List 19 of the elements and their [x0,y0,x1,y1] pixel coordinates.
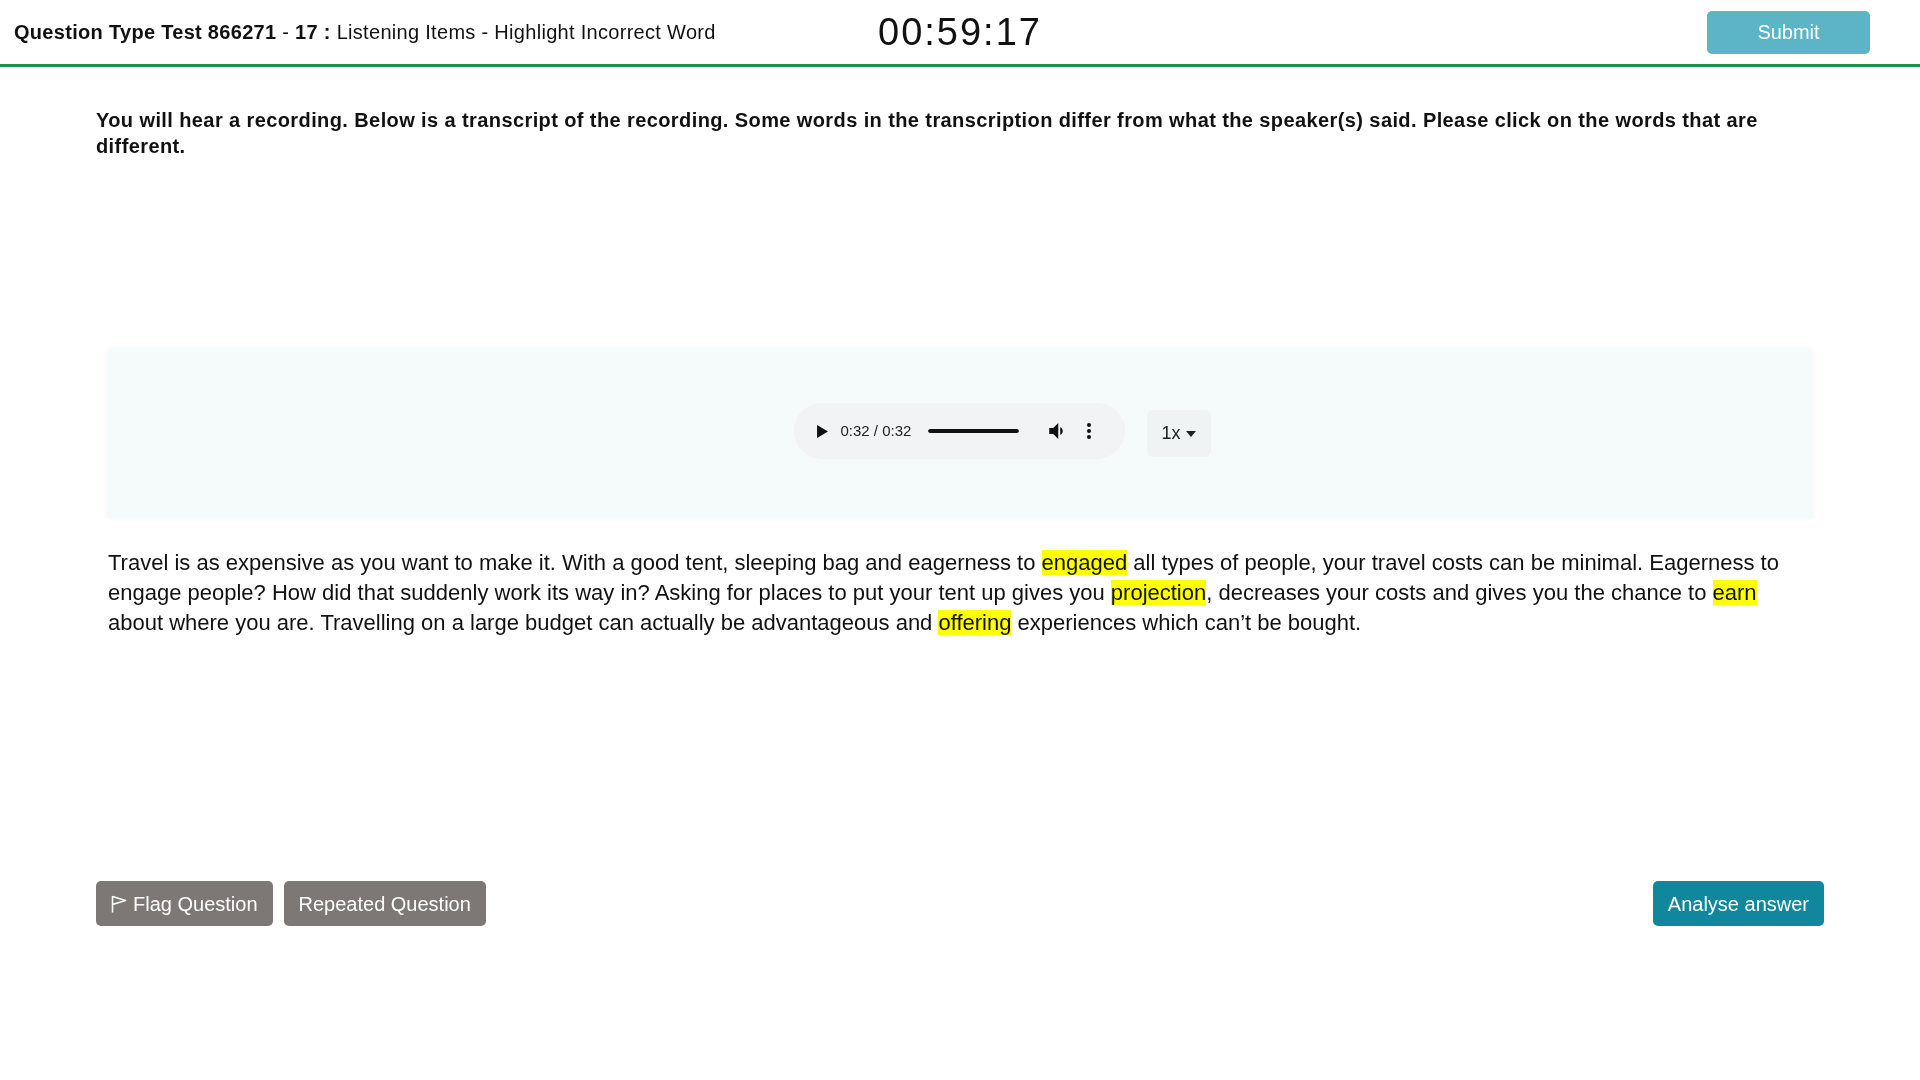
volume-icon[interactable] [1049,423,1064,439]
vertical-dots-icon[interactable] [1087,423,1092,439]
progress-bar[interactable] [928,429,1020,433]
highlighted-word[interactable]: engaged [1041,550,1128,575]
transcript-paragraph: Travel is as expensive as you want to make it. With a good tent, sleeping bag and eagerness to engaged all types of people, your travel costs can be minimal. Eagerness to engage people? How did that suddenly work its way in? Asking for places to put your tent up gives you projection, decreases your costs and gives you the chance to earn about where you are. Travelling on a large budget can actually be advantageous and offering experiences which can’t be bought. [108,549,1780,637]
analyse-answer-button[interactable]: Analyse answer [1652,881,1824,926]
audio-time: 0:32 / 0:32 [840,420,912,441]
playback-speed-dropdown[interactable]: 1x [1146,410,1211,457]
repeated-question-button[interactable]: Repeated Question [283,881,486,926]
flag-question-button[interactable]: Flag Question [96,881,273,926]
flag-icon [111,894,127,913]
caret-icon [1185,430,1196,437]
highlighted-word[interactable]: offering [938,610,1012,635]
highlighted-word[interactable]: earn [1712,580,1757,605]
instruction-text: You will hear a recording. Below is a transcript of the recording. Some words in the transcription differ from what the speaker(s) said. Please click on the words that are different. [96,108,1759,159]
countdown-timer: 00:59:17 [878,10,1042,55]
page-title: Question Type Test 866271 - 17 : Listening Items - Highlight Incorrect Word [14,20,716,45]
highlighted-word[interactable]: projection [1110,580,1207,605]
play-icon[interactable] [816,424,828,438]
